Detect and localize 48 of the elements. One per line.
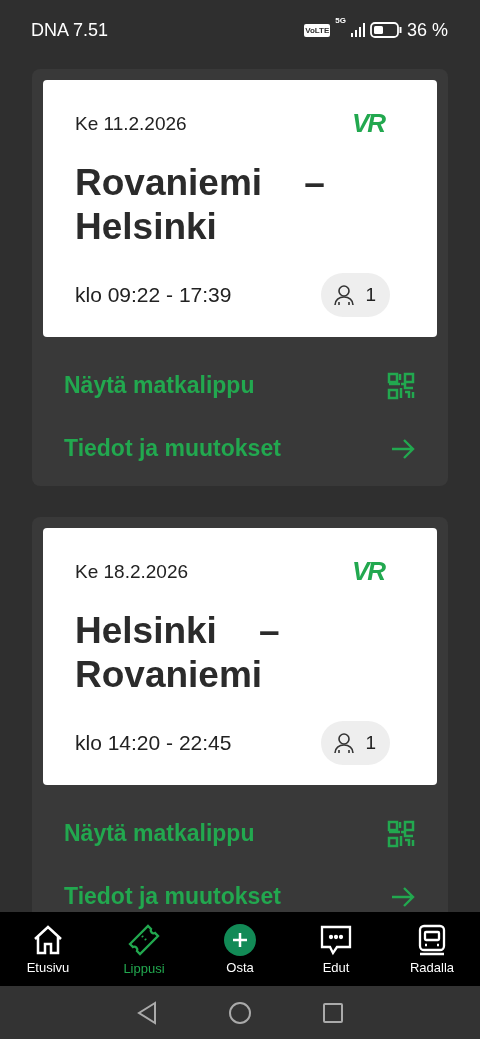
origin-station: Rovaniemi [75, 161, 263, 205]
route-dash: – [258, 609, 280, 653]
travel-date: Ke 18.2.2026 [75, 560, 189, 583]
origin-station: Helsinki [75, 609, 217, 653]
travel-time: klo 09:22 - 17:39 [75, 283, 232, 307]
qr-code-icon [387, 819, 415, 848]
show-ticket-link[interactable]: Näytä matkalippu [43, 354, 437, 417]
recents-icon [322, 1001, 344, 1024]
arrow-right-icon [391, 886, 415, 907]
home-circle-icon [228, 1000, 252, 1025]
details-link[interactable]: Tiedot ja muutokset [43, 417, 437, 480]
chat-bubble-icon [319, 923, 353, 956]
back-button[interactable] [136, 1000, 158, 1025]
train-icon [417, 923, 447, 956]
battery-icon [369, 22, 402, 38]
volte-indicator: VoLTE [304, 23, 331, 37]
destination-station: Rovaniemi [75, 653, 263, 697]
home-icon [32, 923, 64, 956]
vr-logo: VR [351, 556, 384, 587]
details-link[interactable]: Tiedot ja muutokset [43, 865, 437, 912]
passenger-count: 1 [365, 732, 376, 754]
network-type: 5G [335, 15, 346, 25]
arrow-right-icon [391, 438, 415, 459]
travel-date: Ke 11.2.2026 [75, 112, 187, 135]
nav-tab[interactable]: Osta [192, 912, 288, 986]
status-time: DNA 7.51 [31, 19, 109, 41]
recents-button[interactable] [322, 1001, 344, 1024]
person-icon [333, 732, 356, 754]
show-ticket-link[interactable]: Näytä matkalippu [43, 802, 437, 865]
vr-logo: VR [351, 108, 384, 139]
ticket-icon [127, 922, 161, 957]
nav-tab[interactable]: Etusivu [0, 912, 96, 986]
nav-tab[interactable]: Edut [288, 912, 384, 986]
nav-tab[interactable]: Lippusi [96, 912, 192, 986]
plus-icon [224, 923, 256, 956]
signal-icon [350, 23, 365, 37]
home-button[interactable] [228, 1000, 252, 1025]
nav-tab[interactable]: Radalla [384, 912, 480, 986]
person-icon [333, 284, 356, 306]
destination-station: Helsinki [75, 205, 217, 249]
ticket-card[interactable]: Ke 11.2.2026 VR Rovaniemi – Helsinki klo 09:22 - 17:39 1 [43, 80, 437, 337]
battery-percent: 36 % [406, 19, 448, 41]
route-dash: – [304, 161, 325, 205]
travel-time: klo 14:20 - 22:45 [75, 731, 232, 755]
qr-code-icon [387, 371, 415, 400]
passenger-count: 1 [365, 284, 376, 306]
ticket-card[interactable]: Ke 18.2.2026 VR Helsinki – Rovaniemi klo 14:20 - 22:45 1 [43, 528, 437, 785]
back-icon [136, 1000, 158, 1025]
